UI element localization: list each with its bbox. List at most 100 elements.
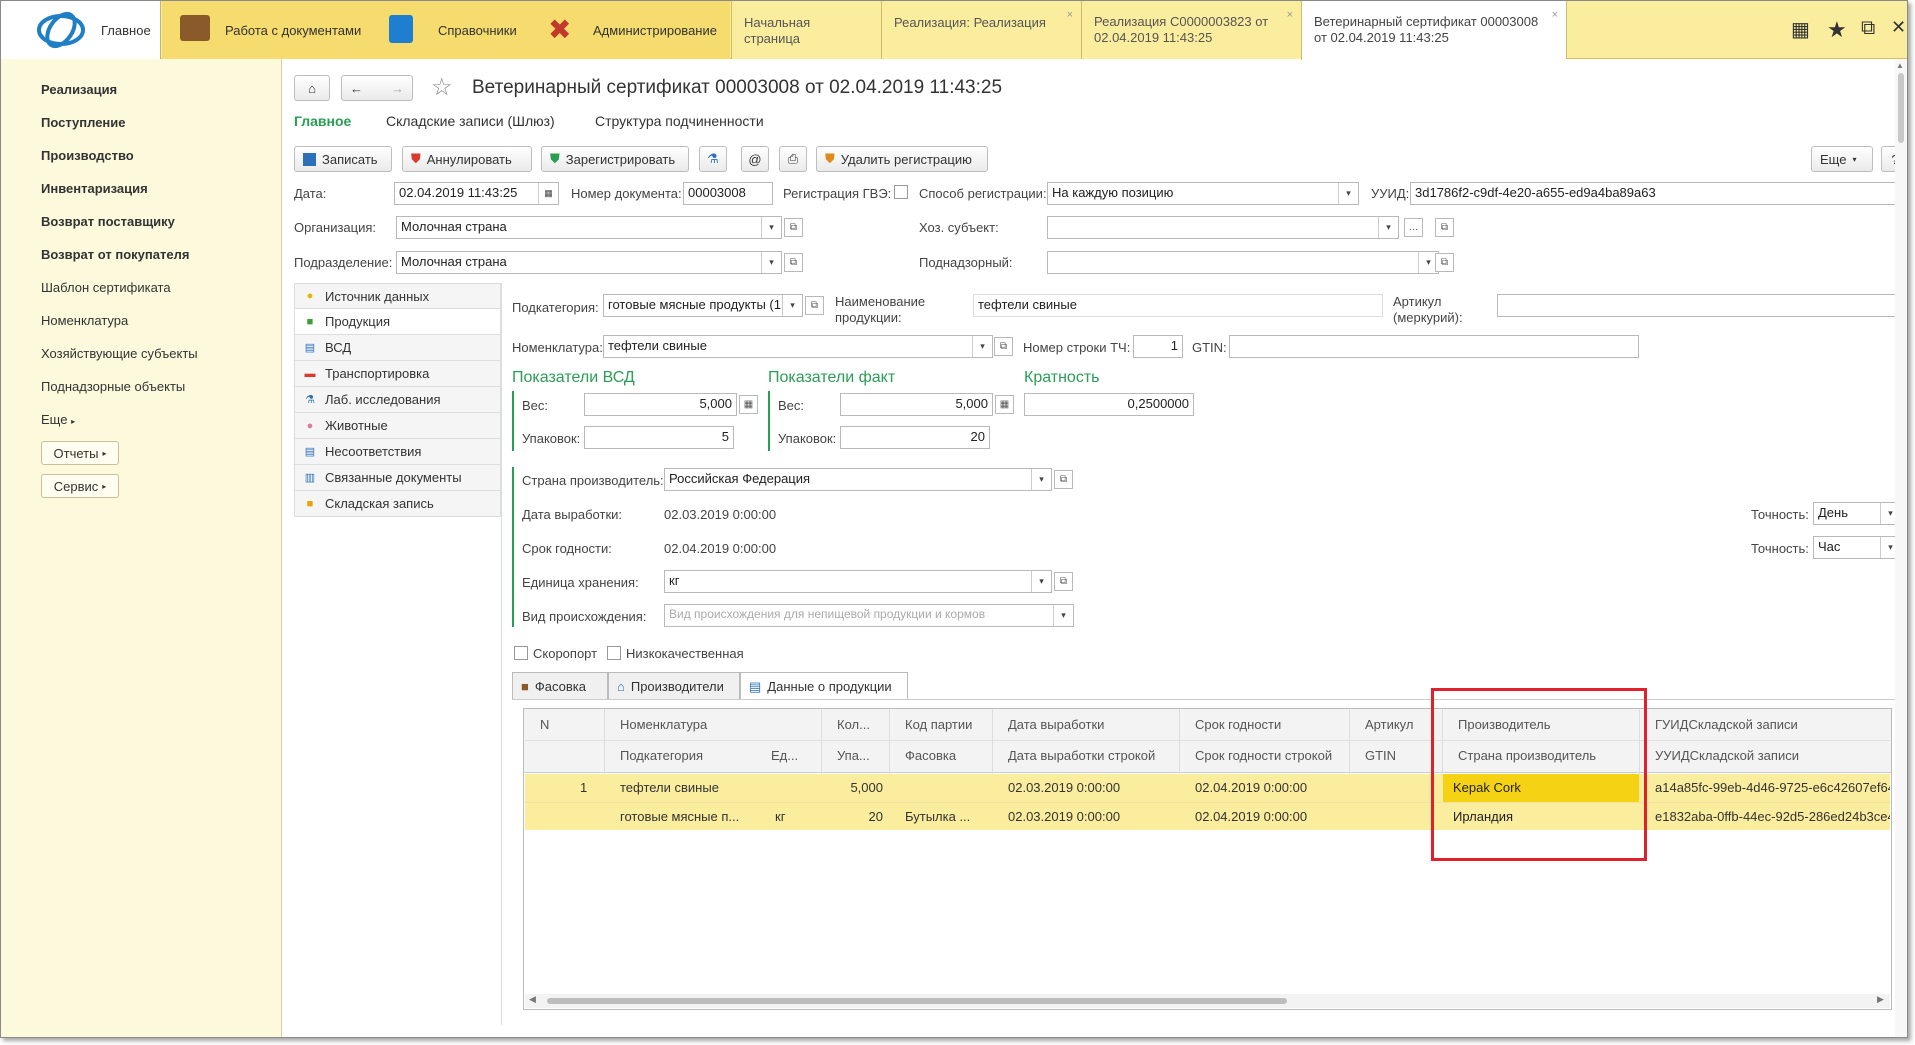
col-uuid[interactable]: УУИДСкладской записи xyxy=(1651,748,1803,763)
gve-checkbox[interactable] xyxy=(894,185,908,199)
sidebar-item-customer-return[interactable]: Возврат от покупателя xyxy=(41,247,189,262)
calculator-icon[interactable]: ▦ xyxy=(739,395,758,414)
cancel-doc-button[interactable]: ⛊ Аннулировать xyxy=(402,146,532,172)
origin-select[interactable]: Вид происхождения для непищевой продукци… xyxy=(664,604,1074,627)
close-icon[interactable]: × xyxy=(1067,7,1073,23)
close-window-icon[interactable]: ✕ xyxy=(1891,17,1906,38)
more-button[interactable]: Еще ▾ xyxy=(1811,146,1873,172)
open-icon[interactable]: ⧉ xyxy=(994,337,1013,356)
section-catalogs[interactable]: Справочники xyxy=(367,1,522,59)
back-forward-buttons[interactable]: ← → xyxy=(341,75,413,101)
unit-select[interactable]: кг ▾ xyxy=(664,570,1052,593)
delete-registration-button[interactable]: ⛊ Удалить регистрацию xyxy=(816,146,988,172)
subcategory-select[interactable]: готовые мясные продукты (1 ▾ xyxy=(603,294,803,317)
col-batch[interactable]: Код партии xyxy=(901,717,976,732)
service-button[interactable]: Сервис ▸ xyxy=(41,474,119,498)
cell-subcategory[interactable]: готовые мясные п... xyxy=(616,809,766,824)
multiplicity-input[interactable]: 0,2500000 xyxy=(1024,393,1194,416)
cell-made-date-str[interactable]: 02.03.2019 0:00:00 xyxy=(1004,809,1124,824)
home-button[interactable]: Главное xyxy=(1,1,161,59)
nav-transport[interactable]: ▬ Транспортировка xyxy=(294,361,501,387)
sidebar-more[interactable]: Еще ▸ xyxy=(41,412,75,427)
object-select[interactable]: ▾ xyxy=(1047,251,1439,274)
col-nomenclature[interactable]: Номенклатура xyxy=(616,717,711,732)
chevron-down-icon[interactable]: ▾ xyxy=(1031,469,1051,490)
tab-sales-list[interactable]: Реализация: Реализация × xyxy=(881,1,1081,59)
col-article[interactable]: Артикул xyxy=(1361,717,1417,732)
star-icon[interactable]: ★ xyxy=(1827,17,1847,43)
close-icon[interactable]: × xyxy=(1287,7,1293,23)
col-gtin[interactable]: GTIN xyxy=(1361,748,1400,763)
sidebar-item-supplier-return[interactable]: Возврат поставщику xyxy=(41,214,175,229)
row-number-input[interactable]: 1 xyxy=(1133,335,1183,358)
open-icon[interactable]: ⧉ xyxy=(1054,470,1073,489)
register-button[interactable]: ⛊ Зарегистрировать xyxy=(541,146,689,172)
product-name-input[interactable]: тефтели свиные xyxy=(973,294,1383,317)
scrollbar-thumb[interactable] xyxy=(547,998,1287,1004)
open-icon[interactable]: ⧉ xyxy=(1054,572,1073,591)
col-guid[interactable]: ГУИДСкладской записи xyxy=(1651,717,1802,732)
vscroll-thumb[interactable] xyxy=(1898,73,1904,143)
chevron-down-icon[interactable]: ▾ xyxy=(972,336,992,357)
favorite-star-icon[interactable]: ☆ xyxy=(431,73,453,102)
tab-vet-certificate[interactable]: Ветеринарный сертификат 00003008 от 02.0… xyxy=(1301,1,1566,60)
arrow-left-icon[interactable]: ← xyxy=(350,81,363,96)
open-icon[interactable]: ⧉ xyxy=(784,253,803,272)
open-icon[interactable]: ⧉ xyxy=(1435,253,1454,272)
col-expiry[interactable]: Срок годности xyxy=(1191,717,1285,732)
chevron-down-icon[interactable]: ▾ xyxy=(761,252,781,273)
cell-guid[interactable]: a14a85fc-99eb-4d46-9725-e6c42607ef64 xyxy=(1651,780,1890,795)
col-expiry-str[interactable]: Срок годности строкой xyxy=(1191,748,1336,763)
tab-main[interactable]: Главное xyxy=(294,113,351,129)
close-icon[interactable]: × xyxy=(1552,7,1558,23)
fact-packs-input[interactable]: 20 xyxy=(840,426,990,449)
col-packing[interactable]: Фасовка xyxy=(901,748,960,763)
cell-made-date[interactable]: 02.03.2019 0:00:00 xyxy=(1004,780,1124,795)
cell-expiry-str[interactable]: 02.04.2019 0:00:00 xyxy=(1191,809,1311,824)
precision-1-select[interactable]: День ▾ xyxy=(1813,502,1901,525)
cell-qty[interactable]: 5,000 xyxy=(837,780,887,795)
home-nav-button[interactable]: ⌂ xyxy=(294,75,330,101)
sidebar-item-sales[interactable]: Реализация xyxy=(41,82,117,97)
horizontal-scrollbar[interactable]: ◀ ▶ xyxy=(525,994,1890,1008)
chevron-down-icon[interactable]: ▾ xyxy=(1031,571,1051,592)
dept-select[interactable]: Молочная страна ▾ xyxy=(396,251,782,274)
sidebar-item-production[interactable]: Производство xyxy=(41,148,134,163)
col-qty[interactable]: Кол... xyxy=(833,717,874,732)
uuid-input[interactable]: 3d1786f2-c9df-4e20-a655-ed9a4ba89a63 xyxy=(1410,182,1907,205)
vertical-scrollbar[interactable]: ▲ xyxy=(1895,59,1907,1037)
nav-lab[interactable]: ⚗ Лаб. исследования xyxy=(294,387,501,413)
sidebar-item-cert-template[interactable]: Шаблон сертификата xyxy=(41,280,171,295)
made-date-value[interactable]: 02.03.2019 0:00:00 xyxy=(664,507,776,522)
open-icon[interactable]: ⧉ xyxy=(1435,218,1454,237)
col-made-date-str[interactable]: Дата выработки строкой xyxy=(1004,748,1159,763)
grid-icon[interactable]: ▦ xyxy=(1791,17,1810,42)
nav-animals[interactable]: ● Животные xyxy=(294,413,501,439)
sidebar-item-objects[interactable]: Поднадзорные объекты xyxy=(41,379,185,394)
col-unit[interactable]: Ед... xyxy=(767,748,802,763)
subtab-producers[interactable]: ⌂ Производители xyxy=(608,672,740,699)
calculator-icon[interactable]: ▦ xyxy=(995,395,1014,414)
section-documents[interactable]: Работа с документами xyxy=(162,1,367,59)
scroll-up-icon[interactable]: ▲ xyxy=(1896,61,1904,70)
col-subcategory[interactable]: Подкатегория xyxy=(616,748,707,763)
ellipsis-icon[interactable]: … xyxy=(1404,218,1423,237)
cell-expiry[interactable]: 02.04.2019 0:00:00 xyxy=(1191,780,1311,795)
subject-select[interactable]: ▾ xyxy=(1047,216,1399,239)
tab-start-page[interactable]: Начальная страница xyxy=(731,1,881,59)
nav-linked-docs[interactable]: ▥ Связанные документы xyxy=(294,465,501,491)
chevron-down-icon[interactable]: ▾ xyxy=(1378,217,1398,238)
chevron-down-icon[interactable]: ▾ xyxy=(782,295,802,316)
vsd-packs-input[interactable]: 5 xyxy=(584,426,734,449)
expiry-value[interactable]: 02.04.2019 0:00:00 xyxy=(664,541,776,556)
scroll-right-icon[interactable]: ▶ xyxy=(1877,994,1884,1005)
gtin-input[interactable] xyxy=(1229,335,1639,358)
sidebar-item-inventory[interactable]: Инвентаризация xyxy=(41,181,148,196)
calendar-icon[interactable]: ▦ xyxy=(538,183,558,204)
reports-button[interactable]: Отчеты ▸ xyxy=(41,441,119,465)
col-packs[interactable]: Упа... xyxy=(833,748,874,763)
copy-icon[interactable]: ⧉ xyxy=(1861,17,1875,40)
cell-unit[interactable]: кг xyxy=(771,809,789,824)
nomenclature-select[interactable]: тефтели свиные ▾ xyxy=(603,335,993,358)
vsd-weight-input[interactable]: 5,000 xyxy=(584,393,737,416)
